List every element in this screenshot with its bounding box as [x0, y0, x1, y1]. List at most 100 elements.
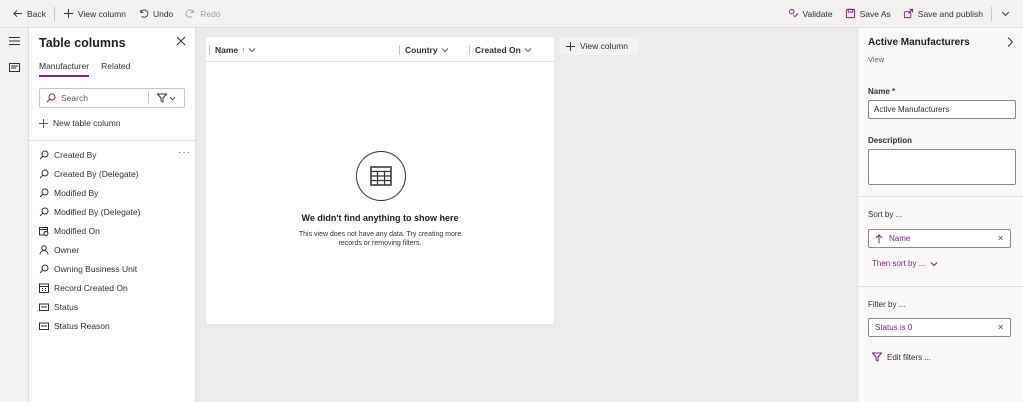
search-input[interactable]: Search — [61, 93, 88, 103]
column-label: Created By (Delegate) — [54, 168, 139, 179]
column-label: Owning Business Unit — [54, 264, 138, 275]
view-properties-panel: Active Manufacturers View Name * Active … — [857, 28, 1023, 402]
new-table-column-button[interactable]: New table column — [39, 118, 121, 128]
lookup-icon — [39, 264, 49, 274]
list-item[interactable]: Owning Business Unit — [39, 260, 191, 279]
section-divider — [858, 196, 1023, 197]
column-list: Created By ··· Created By (Delegate) Mod… — [39, 145, 191, 336]
arrow-up-icon — [875, 233, 883, 243]
view-grid-preview: Name ↑ Country Created On We didn't find… — [206, 37, 554, 324]
column-label: Created By — [54, 149, 97, 160]
calendar-icon — [39, 283, 49, 294]
filter-by-label: Filter by ... — [868, 300, 906, 309]
description-field[interactable] — [868, 149, 1016, 185]
list-item[interactable]: Modified By (Delegate) — [39, 202, 191, 221]
arrow-left-icon — [13, 9, 23, 18]
back-label: Back — [27, 8, 46, 19]
list-item[interactable]: Owner — [39, 240, 191, 259]
chevron-down-icon — [1001, 11, 1010, 16]
filter-chip-label: Status is 0 — [875, 323, 913, 332]
toolbar-divider — [53, 6, 55, 21]
column-resize-handle[interactable] — [209, 44, 210, 55]
save-as-button[interactable]: Save As — [839, 3, 897, 25]
column-resize-handle[interactable] — [399, 44, 400, 55]
column-label: Owner — [54, 245, 80, 256]
redo-label: Redo — [200, 8, 221, 19]
column-resize-handle[interactable] — [469, 44, 470, 55]
left-rail — [0, 28, 29, 402]
save-as-label: Save As — [859, 8, 891, 19]
undo-label: Undo — [152, 8, 174, 19]
list-item[interactable]: Record Created On — [39, 279, 191, 298]
redo-icon — [185, 9, 194, 18]
filter-chip[interactable]: Status is 0 ✕ — [868, 318, 1011, 337]
then-sort-by-label: Then sort by ... — [872, 259, 926, 268]
back-button[interactable]: Back — [6, 3, 52, 25]
list-item[interactable]: Modified By — [39, 183, 191, 202]
view-column-button[interactable]: View column — [57, 3, 132, 25]
lookup-icon — [39, 188, 49, 198]
filter-icon — [157, 93, 167, 103]
view-column-label: View column — [77, 8, 126, 19]
table-grid-icon — [356, 151, 406, 201]
column-label: Modified On — [54, 225, 100, 236]
list-item[interactable]: Modified On — [39, 221, 191, 240]
column-header-created-on[interactable]: Created On — [469, 37, 532, 62]
toolbar-divider — [991, 6, 992, 21]
chevron-down-icon — [524, 47, 532, 52]
then-sort-by-button[interactable]: Then sort by ... — [872, 259, 938, 268]
lookup-icon — [39, 150, 49, 159]
undo-button[interactable]: Undo — [132, 3, 179, 25]
sort-ascending-icon: ↑ — [241, 44, 246, 55]
sort-by-label: Sort by ... — [868, 210, 903, 219]
edit-filters-button[interactable]: Edit filters ... — [872, 352, 931, 362]
tab-manufacturer[interactable]: Manufacturer — [39, 61, 90, 77]
column-header-name[interactable]: Name ↑ — [209, 37, 256, 62]
list-item[interactable]: Status Reason — [39, 317, 191, 336]
menu-button[interactable] — [0, 28, 29, 54]
table-columns-panel: Table columns Manufacturer Related Searc… — [29, 28, 196, 402]
column-label: Modified By — [54, 187, 99, 198]
description-label: Description — [868, 136, 913, 145]
add-view-column-button[interactable]: View column — [560, 37, 639, 55]
close-icon[interactable] — [175, 35, 187, 47]
name-field[interactable]: Active Manufacturers — [868, 100, 1016, 119]
undo-icon — [140, 9, 149, 18]
table-columns-nav-button[interactable] — [0, 54, 29, 80]
column-header-label: Created On — [475, 44, 521, 55]
columns-icon — [9, 62, 20, 72]
list-item[interactable]: Created By ··· — [39, 145, 191, 164]
list-item[interactable]: Created By (Delegate) — [39, 164, 191, 183]
remove-filter-icon[interactable]: ✕ — [997, 323, 1004, 332]
column-header-label: Name — [215, 44, 239, 55]
add-view-column-label: View column — [580, 41, 629, 51]
column-header-country[interactable]: Country — [399, 37, 449, 62]
new-table-column-label: New table column — [53, 118, 121, 128]
validate-icon — [788, 8, 798, 18]
column-label: Status Reason — [54, 321, 110, 332]
chevron-down-icon — [931, 261, 938, 266]
filter-dropdown-button[interactable] — [148, 92, 184, 104]
chevron-right-icon[interactable] — [1005, 36, 1015, 48]
empty-state-title: We didn't find anything to show here — [301, 213, 459, 223]
properties-title: Active Manufacturers — [868, 37, 970, 48]
section-divider — [858, 286, 1023, 287]
save-and-publish-label: Save and publish — [917, 8, 983, 19]
chevron-down-icon — [249, 47, 256, 52]
more-options-icon[interactable]: ··· — [178, 147, 191, 158]
remove-sort-icon[interactable]: ✕ — [997, 234, 1004, 243]
more-save-options-button[interactable] — [994, 3, 1017, 25]
list-item[interactable]: Status — [39, 298, 191, 317]
save-as-icon — [845, 8, 855, 19]
redo-button[interactable]: Redo — [179, 3, 226, 25]
column-label: Record Created On — [54, 283, 128, 294]
publish-icon — [903, 8, 913, 19]
save-and-publish-button[interactable]: Save and publish — [897, 3, 989, 25]
choice-icon — [39, 303, 49, 312]
column-search-box[interactable]: Search — [39, 88, 185, 108]
validate-button[interactable]: Validate — [782, 3, 839, 25]
plus-icon — [63, 8, 73, 19]
sort-chip-label: Name — [889, 234, 911, 243]
sort-chip[interactable]: Name ✕ — [868, 229, 1011, 248]
tab-related[interactable]: Related — [101, 61, 130, 77]
